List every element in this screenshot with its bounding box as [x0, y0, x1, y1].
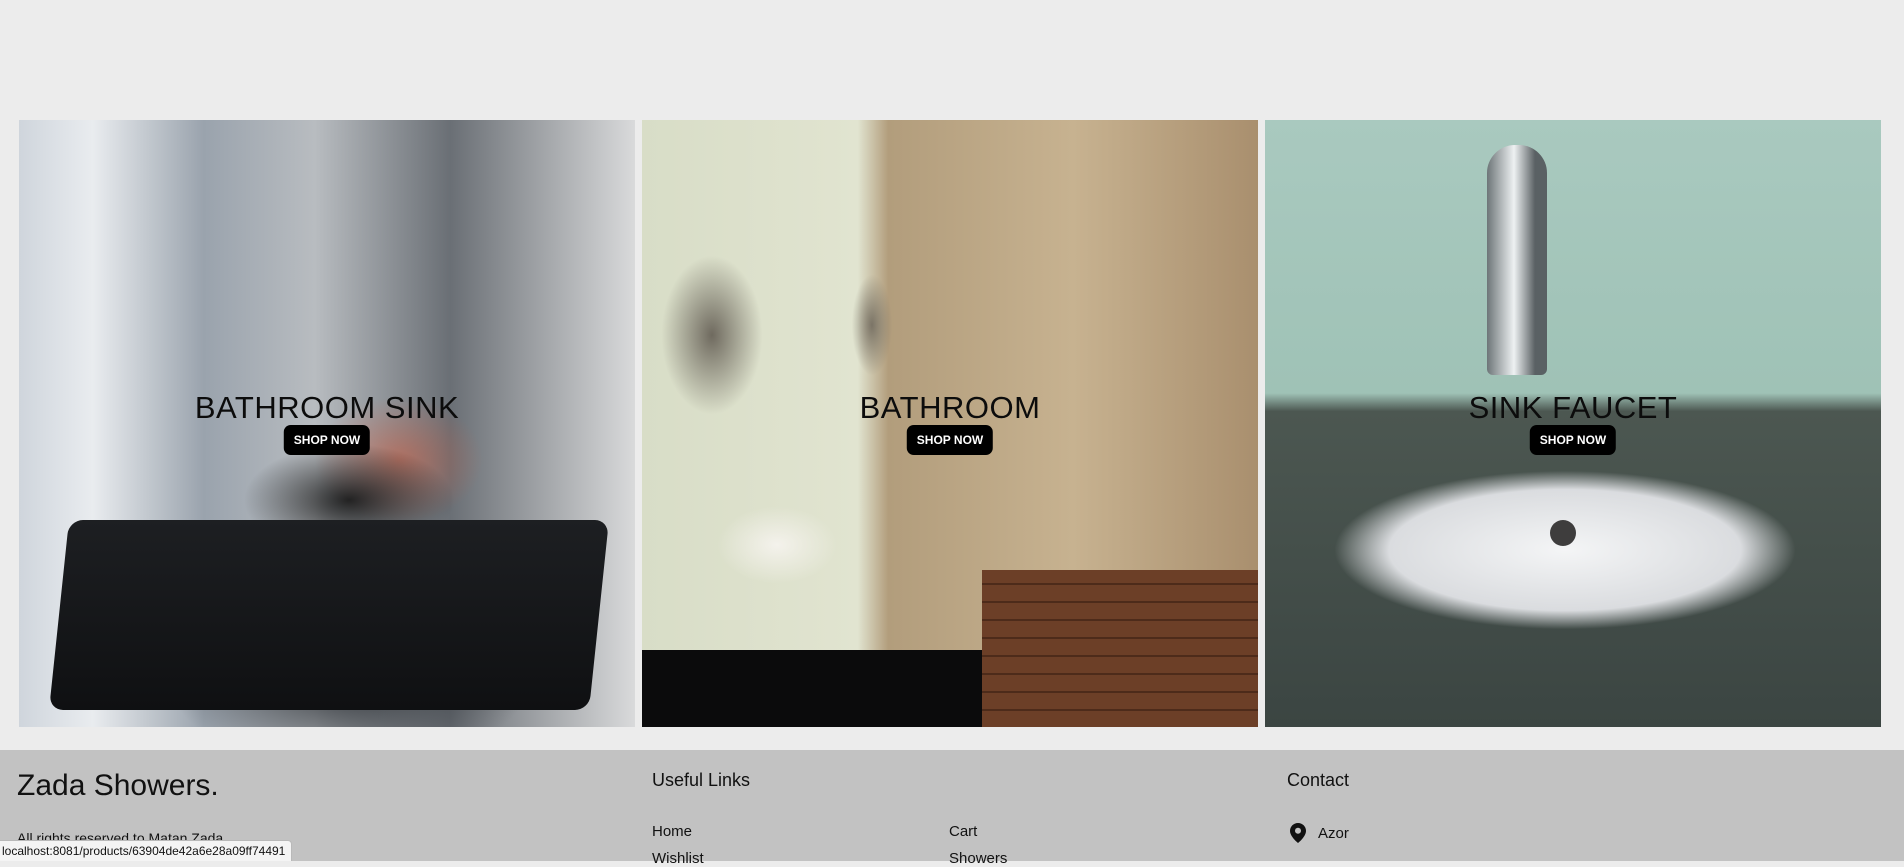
map-pin-icon — [1290, 823, 1306, 843]
category-card-sink-faucet[interactable]: SINK FAUCET SHOP NOW — [1265, 120, 1881, 727]
footer-link-home[interactable]: Home — [652, 823, 692, 840]
shop-now-button[interactable]: SHOP NOW — [1529, 425, 1617, 455]
contact-location: Azor — [1290, 823, 1349, 843]
shop-now-button[interactable]: SHOP NOW — [283, 425, 371, 455]
footer-link-wishlist[interactable]: Wishlist — [652, 850, 704, 867]
category-card-bathroom[interactable]: BATHROOM SHOP NOW — [642, 120, 1258, 727]
browser-status-url: localhost:8081/products/63904de42a6e28a0… — [0, 840, 293, 861]
footer-link-cart[interactable]: Cart — [949, 823, 977, 840]
category-grid: BATHROOM SINK SHOP NOW BATHROOM SHOP NOW… — [19, 120, 1881, 727]
contact-location-text: Azor — [1318, 824, 1349, 842]
brand-name: Zada Showers. — [17, 769, 219, 802]
footer-link-showers[interactable]: Showers — [949, 850, 1007, 867]
shop-now-button[interactable]: SHOP NOW — [906, 425, 994, 455]
category-title: BATHROOM SINK — [194, 390, 460, 425]
contact-title: Contact — [1287, 770, 1350, 790]
category-title: SINK FAUCET — [1468, 390, 1678, 425]
category-card-bathroom-sink[interactable]: BATHROOM SINK SHOP NOW — [19, 120, 635, 727]
useful-links-title: Useful Links — [652, 770, 751, 790]
category-title: BATHROOM — [859, 390, 1041, 425]
